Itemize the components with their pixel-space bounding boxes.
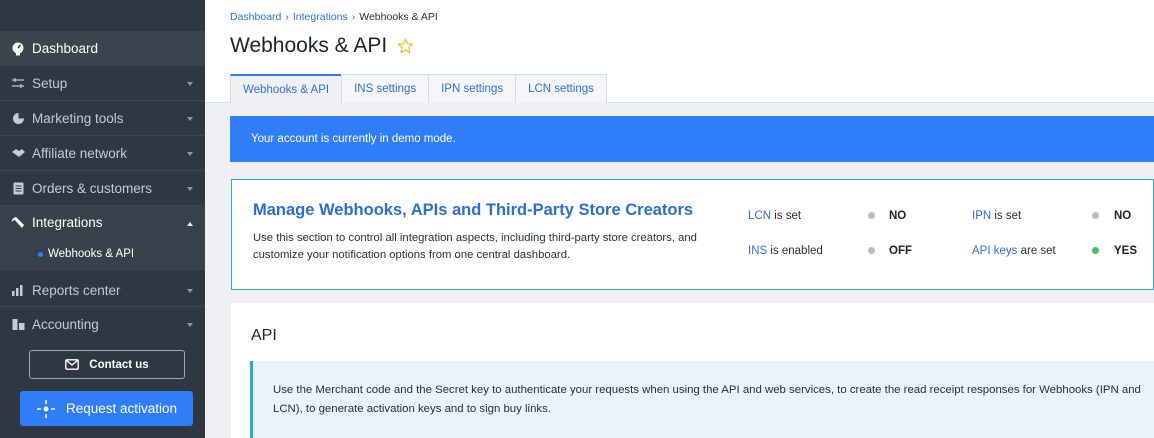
api-keys-status-dot-icon (1092, 247, 1099, 254)
ins-status-label: INS is enabled (748, 245, 823, 257)
sidebar-item-label: Marketing tools (32, 110, 124, 126)
lcn-status-dot-icon (868, 212, 875, 219)
sidebar-item-label: Orders & customers (32, 180, 153, 196)
api-keys-status-text: are set (1020, 245, 1056, 257)
manage-integrations-card: Manage Webhooks, APIs and Third-Party St… (231, 179, 1154, 290)
contact-us-button[interactable]: Contact us (29, 350, 185, 379)
lcn-link[interactable]: LCN (748, 210, 771, 222)
breadcrumb-separator: › (285, 11, 289, 23)
page-header: Dashboard › Integrations › Webhooks & API We… (205, 0, 1154, 104)
chevron-down-icon (187, 187, 193, 191)
page-title-row: Webhooks & API (230, 34, 414, 58)
breadcrumb-integrations-link[interactable]: Integrations (293, 11, 348, 23)
tab-lcn-settings[interactable]: LCN settings (515, 74, 607, 103)
sidebar-item-label: Reports center (32, 282, 121, 298)
api-keys-link[interactable]: API keys (972, 245, 1017, 257)
accounting-icon (10, 316, 26, 332)
sidebar-item-label: Setup (32, 75, 68, 91)
ins-status-value: OFF (889, 245, 912, 257)
breadcrumb-separator: › (351, 11, 356, 23)
active-dot-icon (38, 251, 43, 257)
favorite-star-icon[interactable] (397, 38, 414, 54)
request-activation-button[interactable]: Request activation (20, 391, 193, 426)
ins-link[interactable]: INS (748, 245, 767, 257)
demo-mode-banner: Your account is currently in demo mode. (230, 116, 1154, 162)
api-info-text: Use the Merchant code and the Secret key… (273, 384, 1141, 415)
ins-status-dot-icon (868, 247, 875, 254)
chevron-down-icon (187, 117, 193, 121)
activation-spark-icon (36, 399, 55, 418)
chevron-down-icon (187, 289, 193, 293)
sidebar-item-dashboard[interactable]: Dashboard (0, 31, 205, 66)
demo-mode-text: Your account is currently in demo mode. (251, 133, 456, 145)
sidebar-item-integrations[interactable]: Integrations (0, 206, 205, 239)
lcn-status-label: LCN is set (748, 210, 801, 222)
api-keys-status-label: API keys are set (972, 245, 1056, 257)
ins-status-text: is enabled (770, 245, 823, 257)
manage-card-title: Manage Webhooks, APIs and Third-Party St… (253, 201, 694, 219)
breadcrumb-dashboard-link[interactable]: Dashboard (230, 11, 281, 23)
sidebar-item-label: Integrations (32, 215, 103, 230)
request-activation-label: Request activation (65, 401, 178, 416)
ipn-status-label: IPN is set (972, 210, 1021, 222)
lcn-status-value: NO (889, 210, 907, 222)
contact-us-label: Contact us (89, 358, 149, 371)
api-info-note: Use the Merchant code and the Secret key… (250, 361, 1154, 438)
manage-card-description: Use this section to control all integrat… (253, 232, 697, 261)
sidebar-item-label: Accounting (32, 316, 99, 332)
lcn-status-text: is set (774, 210, 802, 222)
dashboard-icon (10, 41, 26, 57)
api-keys-status-value: YES (1114, 245, 1138, 257)
api-section-title: API (251, 327, 277, 344)
ipn-status-text: is set (994, 210, 1022, 222)
mail-icon (65, 359, 80, 370)
chevron-down-icon (187, 152, 193, 156)
ipn-link[interactable]: IPN (972, 210, 991, 222)
tab-ins-settings[interactable]: INS settings (341, 74, 430, 103)
chevron-down-icon (187, 323, 193, 327)
tab-bar: Webhooks & API INS settings IPN settings… (230, 74, 607, 104)
sidebar-item-label: Affiliate network (32, 145, 128, 161)
page-title: Webhooks & API (230, 34, 388, 57)
sidebar-item-orders-customers[interactable]: Orders & customers (0, 171, 205, 205)
sidebar-item-marketing-tools[interactable]: Marketing tools (0, 101, 205, 135)
plug-icon (10, 215, 26, 231)
handshake-icon (10, 145, 26, 161)
sidebar: Dashboard Setup Marketing tools Affiliat… (0, 0, 205, 438)
pie-chart-icon (10, 110, 26, 126)
sidebar-item-label: Dashboard (32, 41, 99, 56)
sidebar-item-reports-center[interactable]: Reports center (0, 273, 205, 307)
ipn-status-value: NO (1114, 210, 1132, 222)
sidebar-subitem-webhooks-api[interactable]: Webhooks & API (0, 239, 205, 269)
divider (0, 269, 205, 270)
breadcrumb: Dashboard › Integrations › Webhooks & API (230, 11, 438, 23)
tab-ipn-settings[interactable]: IPN settings (428, 74, 517, 103)
breadcrumb-current: Webhooks & API (359, 11, 438, 23)
sidebar-item-affiliate-network[interactable]: Affiliate network (0, 136, 205, 170)
ipn-status-dot-icon (1092, 212, 1099, 219)
sidebar-subitem-label: Webhooks & API (48, 248, 135, 260)
sidebar-item-setup[interactable]: Setup (0, 66, 205, 100)
tab-webhooks-api[interactable]: Webhooks & API (230, 74, 343, 104)
chevron-up-icon (187, 221, 193, 226)
api-section-card: API Use the Merchant code and the Secret… (231, 303, 1154, 438)
document-icon (10, 180, 26, 196)
sidebar-item-accounting[interactable]: Accounting (0, 307, 205, 341)
sliders-icon (10, 75, 26, 91)
bar-chart-icon (10, 282, 26, 298)
chevron-down-icon (187, 82, 193, 86)
